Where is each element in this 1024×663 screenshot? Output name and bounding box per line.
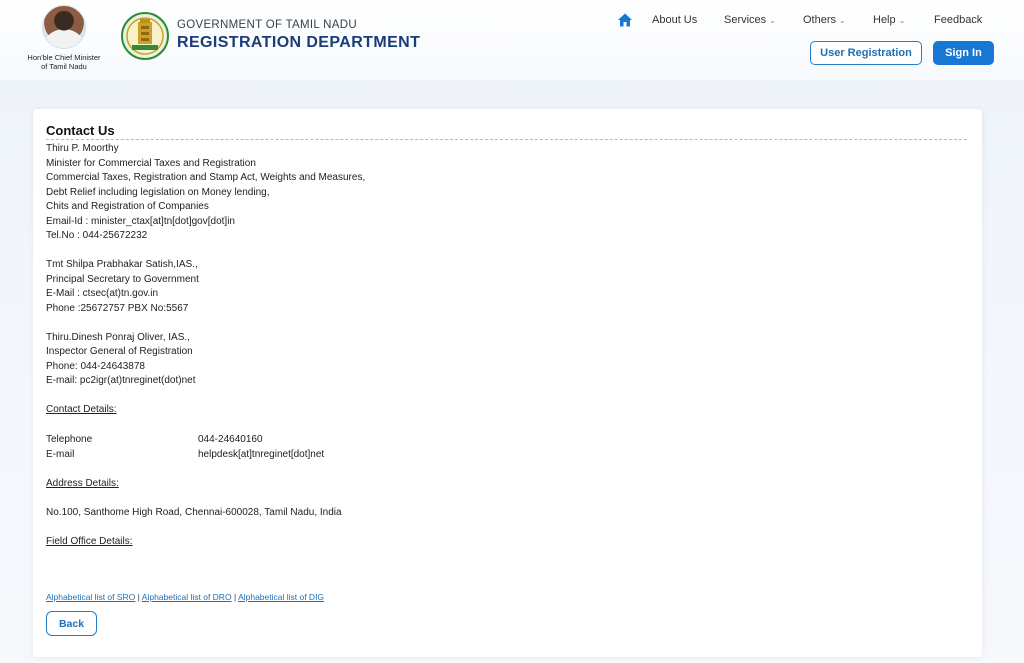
chevron-down-icon: ⌄ <box>769 16 776 25</box>
nav-services-label: Services <box>724 14 767 26</box>
nav-about-us[interactable]: About Us <box>652 14 697 26</box>
contact-card: Contact Us Thiru P. Moorthy Minister for… <box>33 109 982 657</box>
minister-role-2: Commercial Taxes, Registration and Stamp… <box>46 172 366 183</box>
minister-email: Email-Id : minister_ctax[at]tn[dot]gov[d… <box>46 215 235 227</box>
cm-caption-line1: Hon'ble Chief Minister <box>27 53 101 62</box>
cm-caption-line2: of Tamil Nadu <box>41 62 87 71</box>
telephone-row: Telephone 044-24640160 <box>46 432 365 447</box>
nav-help-label: Help <box>873 14 896 26</box>
minister-role-1: Minister for Commercial Taxes and Regist… <box>46 157 256 169</box>
field-office-heading: Field Office Details: <box>46 535 133 547</box>
sign-in-button[interactable]: Sign In <box>933 41 994 65</box>
igr-email: E-mail: pc2igr(at)tnreginet(dot)net <box>46 375 196 386</box>
secretary-email: E-Mail : ctsec(at)tn.gov.in <box>46 288 159 299</box>
back-button[interactable]: Back <box>46 611 97 636</box>
chevron-down-icon: ⌄ <box>898 16 906 25</box>
nav-feedback[interactable]: Feedback <box>934 14 982 26</box>
government-title: GOVERNMENT OF TAMIL NADU <box>177 19 357 31</box>
nav-others[interactable]: Others ⌄ <box>803 14 846 26</box>
tamil-nadu-emblem-icon <box>121 12 169 60</box>
nav-feedback-label: Feedback <box>934 14 983 26</box>
telephone-label: Telephone <box>46 434 93 445</box>
email-value: helpdesk[at]tnreginet[dot]net <box>198 449 325 460</box>
address-text: No.100, Santhome High Road, Chennai-6000… <box>46 506 342 518</box>
address-details-heading: Address Details: <box>46 477 119 489</box>
title-divider <box>46 139 967 140</box>
dro-list-link[interactable]: Alphabetical list of DRO <box>142 592 232 602</box>
home-icon[interactable] <box>617 12 633 28</box>
chevron-down-icon: ⌄ <box>839 16 846 25</box>
site-header: Hon'ble Chief Minister of Tamil Nadu GOV… <box>0 0 1024 80</box>
minister-name: Thiru P. Moorthy <box>46 143 119 154</box>
email-row: E-mail helpdesk[at]tnreginet[dot]net <box>46 447 365 462</box>
igr-role: Inspector General of Registration <box>46 346 193 357</box>
chief-minister-photo <box>42 5 86 49</box>
dig-list-link[interactable]: Alphabetical list of DIG <box>238 592 324 602</box>
igr-phone: Phone: 044-24643878 <box>46 360 145 372</box>
link-separator: | <box>137 592 140 602</box>
nav-help[interactable]: Help ⌄ <box>873 14 905 26</box>
secretary-phone: Phone :25672757 PBX No:5567 <box>46 302 189 314</box>
nav-about-us-label: About Us <box>652 14 698 26</box>
nav-others-label: Others <box>803 14 837 26</box>
user-registration-button[interactable]: User Registration <box>810 41 922 65</box>
minister-role-4: Chits and Registration of Companies <box>46 201 209 212</box>
igr-name: Thiru.Dinesh Ponraj Oliver, IAS., <box>46 331 190 343</box>
page-title: Contact Us <box>46 123 115 138</box>
email-label: E-mail <box>46 449 75 460</box>
cm-caption: Hon'ble Chief Minister of Tamil Nadu <box>14 53 114 71</box>
telephone-value: 044-24640160 <box>198 434 263 445</box>
minister-tel: Tel.No : 044-25672232 <box>46 230 148 241</box>
secretary-name: Tmt Shilpa Prabhakar Satish,IAS., <box>46 259 198 270</box>
contact-details-heading: Contact Details: <box>46 404 117 415</box>
link-separator: | <box>233 592 237 602</box>
sro-list-link[interactable]: Alphabetical list of SRO <box>46 592 135 602</box>
contact-content: Thiru P. Moorthy Minister for Commercial… <box>46 142 365 549</box>
secretary-role: Principal Secretary to Government <box>46 273 199 285</box>
department-title: REGISTRATION DEPARTMENT <box>177 34 421 51</box>
chief-minister-block: Hon'ble Chief Minister of Tamil Nadu <box>14 5 114 71</box>
field-office-links: Alphabetical list of SRO | Alphabetical … <box>46 592 324 602</box>
minister-role-3: Debt Relief including legislation on Mon… <box>46 186 270 198</box>
nav-services[interactable]: Services ⌄ <box>724 14 776 26</box>
